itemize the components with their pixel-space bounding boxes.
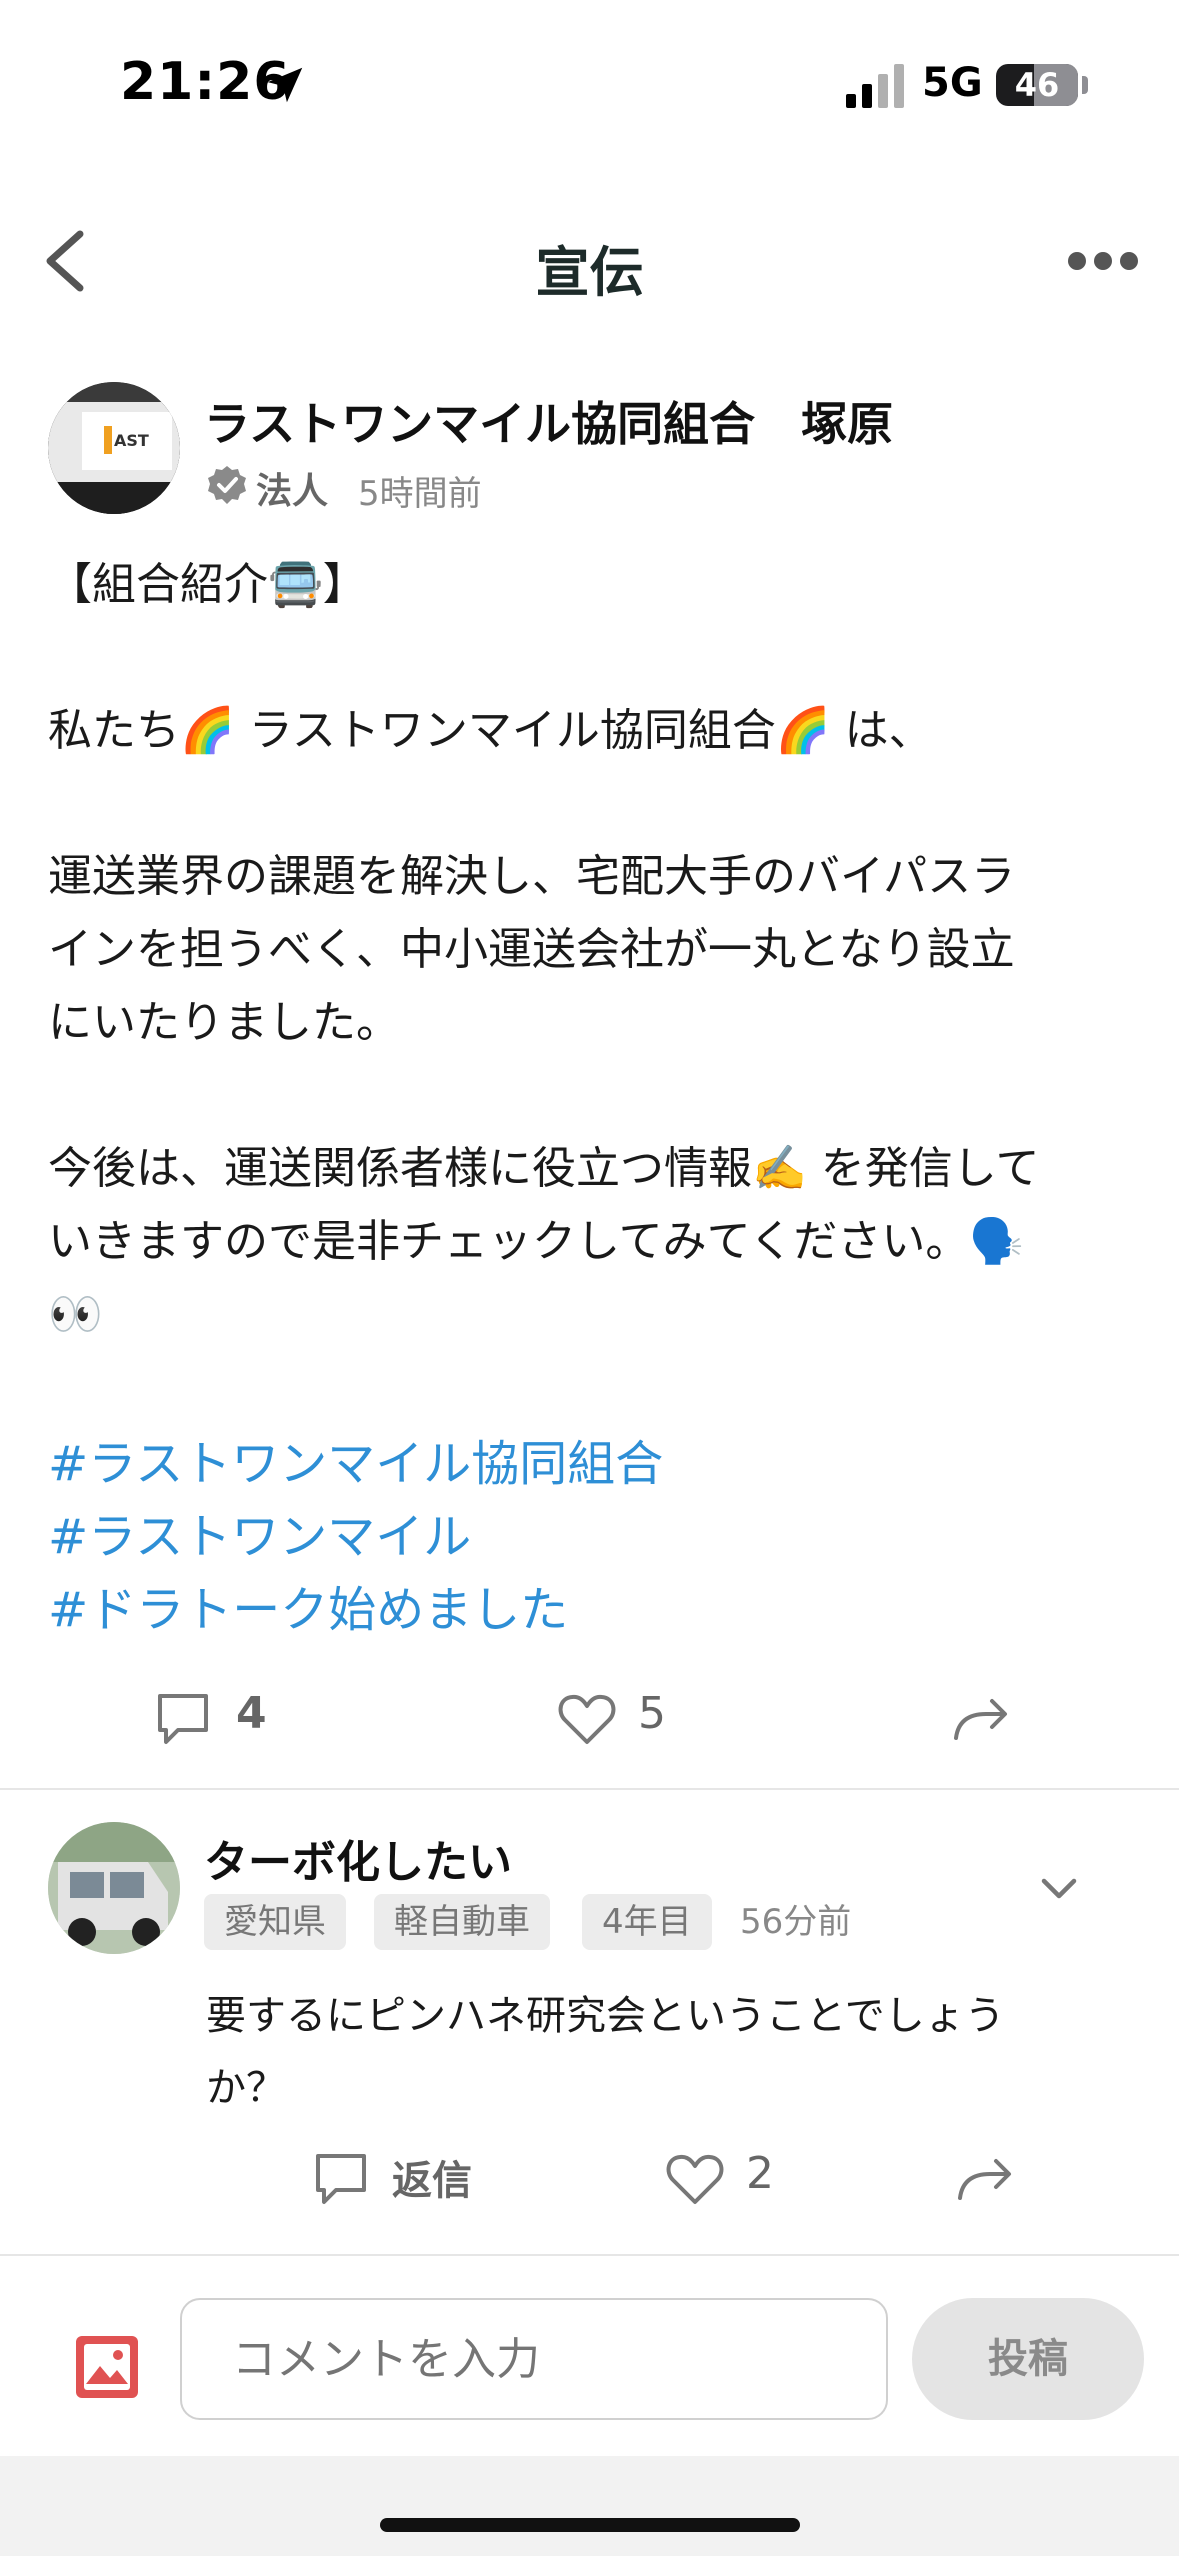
page-title: 宣伝 [535,241,644,304]
body-line: インを担うべく、中小運送会社が一丸となり設立 [48,924,1015,975]
likes-count: 5 [638,1688,666,1739]
tag-vehicle: 軽自動車 [374,1894,550,1950]
comment-time: 56分前 [740,1902,852,1942]
comment-line: 要するにピンハネ研究会ということでしょう [206,1993,1005,2039]
nav-bar: 宣伝 [0,200,1179,320]
comments-count: 4 [236,1688,267,1739]
comment-share-button[interactable] [954,2140,1024,2220]
comment-button[interactable]: 4 [152,1680,282,1760]
comment-like-button[interactable]: 2 [664,2140,794,2220]
more-icon[interactable] [1068,246,1140,276]
home-indicator-area [0,2456,1179,2556]
comment-icon [316,2154,366,2204]
location-arrow-icon [267,67,303,103]
signal-icon [846,64,904,108]
commenter-name[interactable]: ターボ化したい [204,1826,512,1890]
body-line [48,621,1148,694]
body-line: 私たち🌈 ラストワンマイル協同組合🌈 は、 [48,705,933,756]
chevron-down-icon[interactable] [1036,1866,1082,1912]
post-time: 5時間前 [358,474,482,514]
account-type: 法人 [256,471,329,512]
heart-icon [558,1694,616,1744]
share-icon [958,2159,1011,2200]
post-button[interactable]: 投稿 [912,2298,1144,2420]
comment-icon [158,1694,208,1744]
hashtag-list: #ラストワンマイル協同組合 #ラストワンマイル #ドラトーク始めました [48,1428,663,1647]
body-line: 今後は、運送関係者様に役立つ情報✍️ を発信して [48,1143,1040,1194]
heart-icon [666,2154,724,2204]
avatar-image: AST [48,382,180,514]
tag-prefecture: 愛知県 [204,1894,346,1950]
avatar[interactable]: AST [48,382,180,514]
verified-icon [208,466,246,504]
comment-likes-count: 2 [746,2148,774,2199]
battery-icon: 46 [996,64,1078,106]
battery-level: 46 [1014,66,1060,104]
reply-button[interactable]: 返信 [310,2140,490,2220]
comment-line: か？ [206,2065,286,2111]
divider [0,1788,1179,1790]
body-line [48,767,1148,840]
share-button[interactable] [950,1680,1020,1760]
tag-years: 4年目 [582,1894,712,1950]
commenter-avatar[interactable] [48,1822,180,1954]
hashtag-link[interactable]: #ラストワンマイル協同組合 [48,1428,663,1501]
battery-nub [1082,76,1088,94]
commenter-avatar-image [48,1822,180,1954]
post-actions: 4 5 [0,1680,1179,1760]
status-bar: 21:26 5G 46 [0,0,1179,140]
author-name[interactable]: ラストワンマイル協同組合 塚原 [204,388,893,454]
image-icon[interactable] [72,2332,142,2402]
comment-input[interactable] [180,2298,888,2420]
like-button[interactable]: 5 [556,1680,686,1760]
home-indicator[interactable] [380,2518,800,2532]
body-line: にいたりました。 [48,997,400,1048]
body-line [48,1059,1148,1132]
comment-input-bar: 投稿 [0,2256,1179,2456]
share-icon [954,1699,1007,1740]
body-line: いきますので是非チェックしてみてください。🗣️ [48,1216,1025,1267]
body-line: 👀 [48,1289,103,1340]
body-line: 【組合紹介🚍】 [48,559,367,610]
network-label: 5G [922,60,983,106]
comment-text: 要するにピンハネ研究会ということでしょう か？ [206,1980,1106,2124]
comment-actions: 返信 2 [0,2140,1179,2220]
reply-label: 返信 [392,2158,472,2204]
hashtag-link[interactable]: #ドラトーク始めました [48,1574,663,1647]
post-body: 【組合紹介🚍】 私たち🌈 ラストワンマイル協同組合🌈 は、 運送業界の課題を解決… [48,548,1148,1351]
body-line: 運送業界の課題を解決し、宅配大手のバイパスラ [48,851,1016,902]
svg-text:AST: AST [114,431,149,450]
hashtag-link[interactable]: #ラストワンマイル [48,1501,663,1574]
